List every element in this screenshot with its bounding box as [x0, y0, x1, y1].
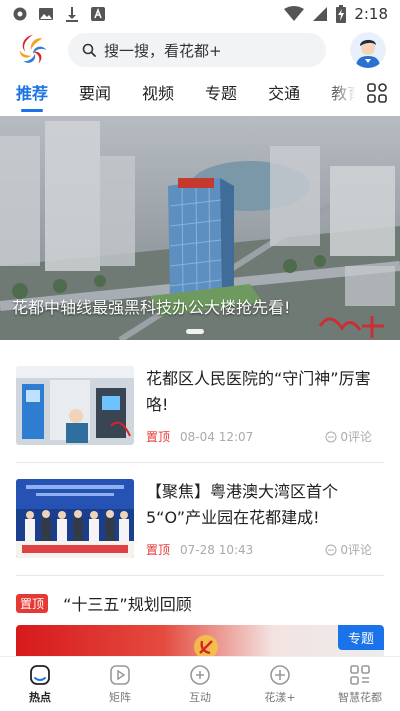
tab-topics[interactable]: 专题 — [205, 76, 237, 112]
news-body: 花都区人民医院的“守门神”厉害咯! 置顶 08-04 12:07 0评论 — [146, 366, 384, 445]
news-meta: 置顶 08-04 12:07 0评论 — [146, 428, 384, 445]
comment-count[interactable]: 0评论 — [325, 541, 372, 558]
special-section-header[interactable]: 置顶 “十三五”规划回顾 — [0, 591, 400, 615]
tab-list: 推荐 要闻 视频 专题 交通 教育 — [0, 76, 356, 112]
news-body: 【聚焦】粤港澳大湾区首个5“O”产业园在花都建成! 置顶 07-28 10:43… — [146, 479, 384, 558]
section-title[interactable]: “十三五”规划回顾 — [63, 595, 192, 614]
image-icon — [39, 8, 53, 20]
comment-icon — [325, 431, 337, 442]
comment-text: 0评论 — [340, 543, 372, 557]
download-icon — [66, 7, 78, 22]
apps-icon — [350, 665, 370, 685]
tab-fade — [326, 76, 356, 112]
tab-traffic[interactable]: 交通 — [268, 76, 300, 112]
bottom-navigation: 热点 矩阵 互动 花漾+ 智慧花都 — [0, 656, 400, 711]
tab-video[interactable]: 视频 — [142, 76, 174, 112]
nav-label: 热点 — [29, 691, 51, 704]
pinned-label: 置顶 — [146, 430, 171, 444]
news-date: 07-28 10:43 — [180, 542, 254, 557]
signal-icon — [313, 7, 328, 21]
tab-news[interactable]: 要闻 — [79, 76, 111, 112]
comment-text: 0评论 — [340, 430, 372, 444]
news-title[interactable]: 【聚焦】粤港澳大湾区首个5“O”产业园在花都建成! — [146, 479, 384, 531]
comment-icon — [325, 544, 337, 555]
plus-icon — [270, 665, 290, 685]
special-topic-banner[interactable]: 专题 — [16, 625, 384, 657]
search-bar[interactable]: 搜一搜，看花都+ — [68, 33, 326, 67]
list-item[interactable]: 【聚焦】粤港澳大湾区首个5“O”产业园在花都建成! 置顶 07-28 10:43… — [0, 479, 400, 558]
channel-tabs: 推荐 要闻 视频 专题 交通 教育 — [0, 72, 400, 116]
nav-label: 智慧花都 — [338, 691, 382, 704]
avatar[interactable] — [350, 32, 386, 68]
nav-smart-huadu[interactable]: 智慧花都 — [320, 657, 400, 711]
nav-hot[interactable]: 热点 — [0, 657, 80, 711]
party-emblem-icon — [194, 635, 218, 657]
battery-charging-icon — [336, 5, 347, 23]
news-title[interactable]: 花都区人民医院的“守门神”厉害咯! — [146, 366, 384, 418]
settings-icon — [13, 7, 27, 21]
nav-matrix[interactable]: 矩阵 — [80, 657, 160, 711]
status-bar: 2:18 — [0, 0, 400, 28]
huadu-logo[interactable] — [14, 31, 52, 69]
divider — [16, 462, 384, 463]
carousel-indicator — [186, 329, 204, 334]
pinned-label: 置顶 — [146, 543, 171, 557]
search-placeholder: 搜一搜，看花都+ — [104, 41, 222, 60]
nav-huayang-plus[interactable]: 花漾+ — [240, 657, 320, 711]
tab-recommend[interactable]: 推荐 — [16, 76, 48, 112]
text-badge-icon — [91, 7, 105, 21]
hot-icon — [30, 665, 50, 685]
nav-label: 矩阵 — [109, 691, 131, 704]
nav-label: 互动 — [189, 691, 211, 704]
play-icon — [110, 665, 130, 685]
wifi-icon — [284, 6, 305, 21]
nav-interact[interactable]: 互动 — [160, 657, 240, 711]
grid-menu-icon[interactable] — [366, 82, 388, 104]
nav-label: 花漾+ — [264, 691, 296, 704]
interact-icon — [190, 665, 210, 685]
app-header: 搜一搜，看花都+ — [0, 28, 400, 72]
pinned-badge: 置顶 — [16, 593, 49, 613]
clock: 2:18 — [354, 5, 388, 23]
list-item[interactable]: 花都区人民医院的“守门神”厉害咯! 置顶 08-04 12:07 0评论 — [0, 366, 400, 445]
comment-count[interactable]: 0评论 — [325, 428, 372, 445]
news-thumbnail — [16, 366, 134, 445]
news-date: 08-04 12:07 — [180, 429, 254, 444]
topic-tag: 专题 — [337, 625, 384, 650]
news-thumbnail — [16, 479, 134, 558]
search-icon — [82, 43, 96, 57]
divider — [16, 575, 384, 576]
banner-caption: 花都中轴线最强黑科技办公大楼抢先看! — [12, 298, 291, 317]
banner-carousel[interactable]: 花都中轴线最强黑科技办公大楼抢先看! — [0, 116, 400, 340]
news-meta: 置顶 07-28 10:43 0评论 — [146, 541, 384, 558]
